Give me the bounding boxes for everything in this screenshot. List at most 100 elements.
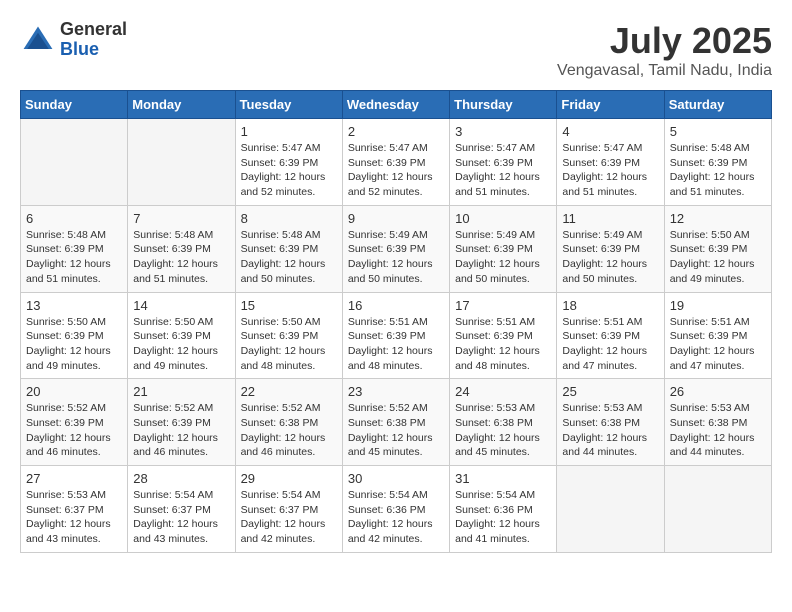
day-info: Sunrise: 5:50 AMSunset: 6:39 PMDaylight:… xyxy=(133,315,229,374)
day-info: Sunrise: 5:53 AMSunset: 6:38 PMDaylight:… xyxy=(562,401,658,460)
logo-icon xyxy=(20,22,56,58)
day-info: Sunrise: 5:54 AMSunset: 6:37 PMDaylight:… xyxy=(241,488,337,547)
location-title: Vengavasal, Tamil Nadu, India xyxy=(557,62,772,80)
calendar-cell: 1 Sunrise: 5:47 AMSunset: 6:39 PMDaylight… xyxy=(235,119,342,206)
calendar-day-header: Wednesday xyxy=(342,91,449,119)
day-info: Sunrise: 5:49 AMSunset: 6:39 PMDaylight:… xyxy=(348,228,444,287)
calendar-cell: 13 Sunrise: 5:50 AMSunset: 6:39 PMDayligh… xyxy=(21,292,128,379)
day-info: Sunrise: 5:54 AMSunset: 6:36 PMDaylight:… xyxy=(455,488,551,547)
page-header: General Blue July 2025 Vengavasal, Tamil… xyxy=(20,20,772,80)
day-number: 6 xyxy=(26,211,122,226)
calendar-cell: 22Sunrise: 5:52 AMSunset: 6:38 PMDayligh… xyxy=(235,379,342,466)
calendar-cell: 6 Sunrise: 5:48 AMSunset: 6:39 PMDaylight… xyxy=(21,205,128,292)
day-info: Sunrise: 5:51 AMSunset: 6:39 PMDaylight:… xyxy=(455,315,551,374)
day-info: Sunrise: 5:51 AMSunset: 6:39 PMDaylight:… xyxy=(562,315,658,374)
calendar-cell: 14Sunrise: 5:50 AMSunset: 6:39 PMDayligh… xyxy=(128,292,235,379)
day-number: 18 xyxy=(562,298,658,313)
day-number: 20 xyxy=(26,384,122,399)
calendar-week-row: 20 Sunrise: 5:52 AMSunset: 6:39 PMDayligh… xyxy=(21,379,772,466)
calendar-header-row: SundayMondayTuesdayWednesdayThursdayFrid… xyxy=(21,91,772,119)
calendar-cell: 3 Sunrise: 5:47 AMSunset: 6:39 PMDaylight… xyxy=(450,119,557,206)
day-number: 1 xyxy=(241,124,337,139)
calendar-cell: 21Sunrise: 5:52 AMSunset: 6:39 PMDayligh… xyxy=(128,379,235,466)
day-info: Sunrise: 5:52 AMSunset: 6:38 PMDaylight:… xyxy=(241,401,337,460)
calendar-week-row: 27 Sunrise: 5:53 AMSunset: 6:37 PMDayligh… xyxy=(21,466,772,553)
calendar-cell: 11Sunrise: 5:49 AMSunset: 6:39 PMDayligh… xyxy=(557,205,664,292)
day-info: Sunrise: 5:54 AMSunset: 6:36 PMDaylight:… xyxy=(348,488,444,547)
logo-blue-text: Blue xyxy=(60,40,127,60)
calendar-cell: 10Sunrise: 5:49 AMSunset: 6:39 PMDayligh… xyxy=(450,205,557,292)
calendar-table: SundayMondayTuesdayWednesdayThursdayFrid… xyxy=(20,90,772,553)
day-info: Sunrise: 5:47 AMSunset: 6:39 PMDaylight:… xyxy=(348,141,444,200)
day-info: Sunrise: 5:48 AMSunset: 6:39 PMDaylight:… xyxy=(241,228,337,287)
day-info: Sunrise: 5:50 AMSunset: 6:39 PMDaylight:… xyxy=(26,315,122,374)
calendar-cell: 4 Sunrise: 5:47 AMSunset: 6:39 PMDaylight… xyxy=(557,119,664,206)
calendar-week-row: 6 Sunrise: 5:48 AMSunset: 6:39 PMDaylight… xyxy=(21,205,772,292)
day-number: 11 xyxy=(562,211,658,226)
day-info: Sunrise: 5:51 AMSunset: 6:39 PMDaylight:… xyxy=(670,315,766,374)
day-info: Sunrise: 5:47 AMSunset: 6:39 PMDaylight:… xyxy=(455,141,551,200)
day-info: Sunrise: 5:48 AMSunset: 6:39 PMDaylight:… xyxy=(26,228,122,287)
day-number: 17 xyxy=(455,298,551,313)
day-number: 16 xyxy=(348,298,444,313)
logo: General Blue xyxy=(20,20,127,60)
day-info: Sunrise: 5:51 AMSunset: 6:39 PMDaylight:… xyxy=(348,315,444,374)
day-info: Sunrise: 5:48 AMSunset: 6:39 PMDaylight:… xyxy=(133,228,229,287)
calendar-cell: 28Sunrise: 5:54 AMSunset: 6:37 PMDayligh… xyxy=(128,466,235,553)
calendar-cell: 17 Sunrise: 5:51 AMSunset: 6:39 PMDayligh… xyxy=(450,292,557,379)
calendar-cell: 18 Sunrise: 5:51 AMSunset: 6:39 PMDayligh… xyxy=(557,292,664,379)
calendar-cell: 16 Sunrise: 5:51 AMSunset: 6:39 PMDayligh… xyxy=(342,292,449,379)
day-number: 5 xyxy=(670,124,766,139)
day-number: 30 xyxy=(348,471,444,486)
calendar-cell: 15Sunrise: 5:50 AMSunset: 6:39 PMDayligh… xyxy=(235,292,342,379)
calendar-cell: 23 Sunrise: 5:52 AMSunset: 6:38 PMDayligh… xyxy=(342,379,449,466)
month-title: July 2025 xyxy=(557,20,772,62)
calendar-day-header: Tuesday xyxy=(235,91,342,119)
calendar-cell xyxy=(557,466,664,553)
day-info: Sunrise: 5:50 AMSunset: 6:39 PMDaylight:… xyxy=(241,315,337,374)
day-number: 26 xyxy=(670,384,766,399)
day-number: 7 xyxy=(133,211,229,226)
calendar-week-row: 1 Sunrise: 5:47 AMSunset: 6:39 PMDaylight… xyxy=(21,119,772,206)
calendar-day-header: Friday xyxy=(557,91,664,119)
calendar-cell: 9 Sunrise: 5:49 AMSunset: 6:39 PMDaylight… xyxy=(342,205,449,292)
calendar-cell: 30 Sunrise: 5:54 AMSunset: 6:36 PMDayligh… xyxy=(342,466,449,553)
calendar-cell: 19Sunrise: 5:51 AMSunset: 6:39 PMDayligh… xyxy=(664,292,771,379)
day-info: Sunrise: 5:53 AMSunset: 6:38 PMDaylight:… xyxy=(670,401,766,460)
day-number: 25 xyxy=(562,384,658,399)
day-info: Sunrise: 5:52 AMSunset: 6:39 PMDaylight:… xyxy=(26,401,122,460)
logo-general-text: General xyxy=(60,20,127,40)
calendar-day-header: Monday xyxy=(128,91,235,119)
calendar-cell: 5 Sunrise: 5:48 AMSunset: 6:39 PMDaylight… xyxy=(664,119,771,206)
day-number: 9 xyxy=(348,211,444,226)
calendar-cell: 29Sunrise: 5:54 AMSunset: 6:37 PMDayligh… xyxy=(235,466,342,553)
calendar-cell xyxy=(128,119,235,206)
day-number: 27 xyxy=(26,471,122,486)
day-info: Sunrise: 5:53 AMSunset: 6:37 PMDaylight:… xyxy=(26,488,122,547)
day-number: 23 xyxy=(348,384,444,399)
day-info: Sunrise: 5:50 AMSunset: 6:39 PMDaylight:… xyxy=(670,228,766,287)
logo-text: General Blue xyxy=(60,20,127,60)
day-info: Sunrise: 5:53 AMSunset: 6:38 PMDaylight:… xyxy=(455,401,551,460)
calendar-week-row: 13 Sunrise: 5:50 AMSunset: 6:39 PMDayligh… xyxy=(21,292,772,379)
day-number: 13 xyxy=(26,298,122,313)
calendar-cell: 2 Sunrise: 5:47 AMSunset: 6:39 PMDaylight… xyxy=(342,119,449,206)
calendar-day-header: Thursday xyxy=(450,91,557,119)
day-info: Sunrise: 5:47 AMSunset: 6:39 PMDaylight:… xyxy=(241,141,337,200)
day-info: Sunrise: 5:52 AMSunset: 6:38 PMDaylight:… xyxy=(348,401,444,460)
calendar-day-header: Saturday xyxy=(664,91,771,119)
calendar-cell: 31Sunrise: 5:54 AMSunset: 6:36 PMDayligh… xyxy=(450,466,557,553)
calendar-day-header: Sunday xyxy=(21,91,128,119)
day-number: 2 xyxy=(348,124,444,139)
day-number: 12 xyxy=(670,211,766,226)
calendar-cell: 12 Sunrise: 5:50 AMSunset: 6:39 PMDayligh… xyxy=(664,205,771,292)
calendar-cell xyxy=(21,119,128,206)
day-info: Sunrise: 5:47 AMSunset: 6:39 PMDaylight:… xyxy=(562,141,658,200)
day-number: 8 xyxy=(241,211,337,226)
day-info: Sunrise: 5:48 AMSunset: 6:39 PMDaylight:… xyxy=(670,141,766,200)
day-number: 4 xyxy=(562,124,658,139)
day-number: 3 xyxy=(455,124,551,139)
day-number: 28 xyxy=(133,471,229,486)
calendar-cell: 26 Sunrise: 5:53 AMSunset: 6:38 PMDayligh… xyxy=(664,379,771,466)
day-number: 10 xyxy=(455,211,551,226)
